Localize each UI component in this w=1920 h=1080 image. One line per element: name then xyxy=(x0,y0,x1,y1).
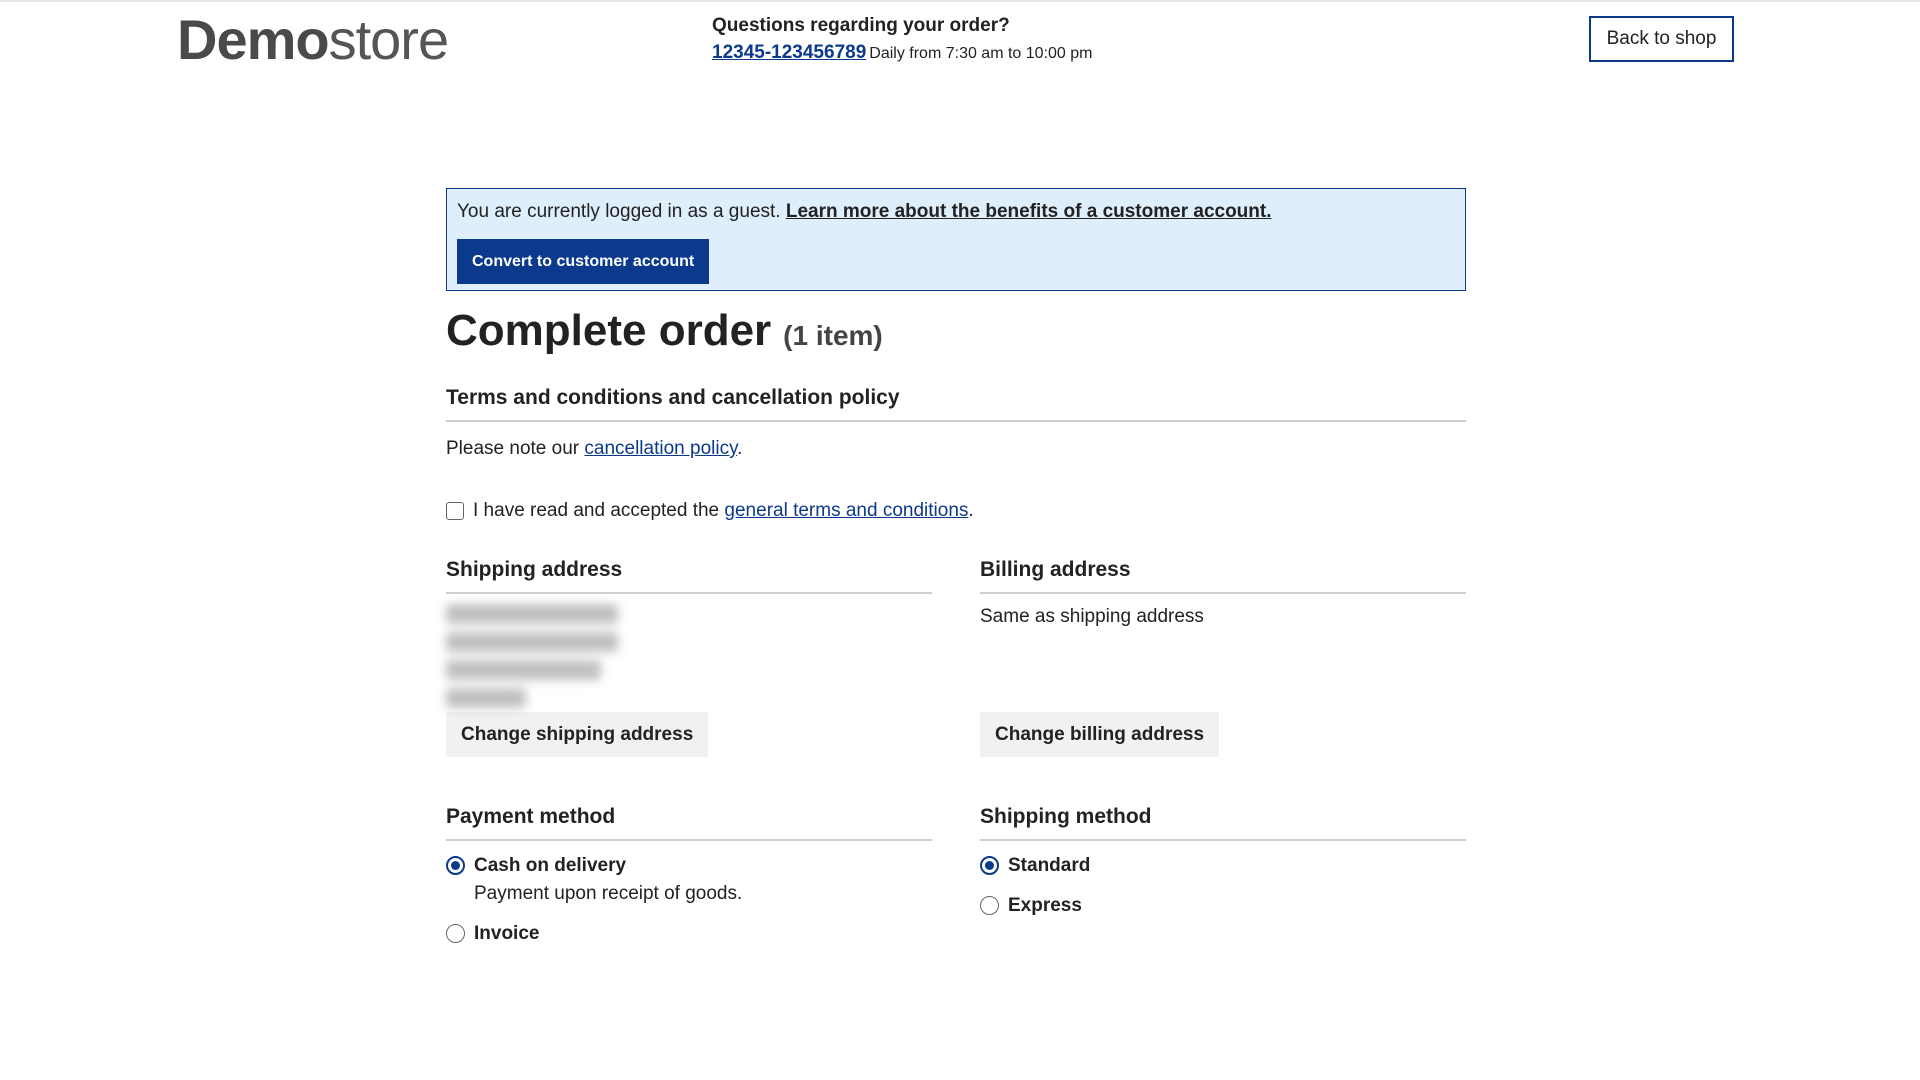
payment-option-label: Invoice xyxy=(474,923,540,944)
cancellation-note-suffix: . xyxy=(737,438,743,459)
payment-option-text: Cash on delivery Payment upon receipt of… xyxy=(474,853,742,907)
item-count: (1 item) xyxy=(783,320,883,351)
accept-terms-row: I have read and accepted the general ter… xyxy=(446,500,1466,522)
guest-notice-line: You are currently logged in as a guest. … xyxy=(457,199,1455,225)
shipping-option-express[interactable]: Express xyxy=(980,893,1466,919)
cancellation-policy-link[interactable]: cancellation policy xyxy=(584,438,737,459)
redacted-line xyxy=(446,632,618,652)
payment-option-invoice[interactable]: Invoice xyxy=(446,921,932,947)
accept-terms-prefix: I have read and accepted the xyxy=(473,500,720,521)
terms-conditions-link[interactable]: general terms and conditions xyxy=(724,500,968,522)
page-title: Complete order xyxy=(446,306,772,355)
logo-light-text: store xyxy=(328,8,449,71)
address-row: Shipping address Change shipping address… xyxy=(446,558,1466,757)
change-shipping-address-button[interactable]: Change shipping address xyxy=(446,712,709,757)
methods-row: Payment method Cash on delivery Payment … xyxy=(446,805,1466,947)
shipping-method-title: Shipping method xyxy=(980,805,1466,841)
contact-line: 12345-123456789 Daily from 7:30 am to 10:… xyxy=(712,42,1092,65)
express-radio[interactable] xyxy=(980,896,999,915)
billing-address-title: Billing address xyxy=(980,558,1466,594)
account-benefits-link[interactable]: Learn more about the benefits of a custo… xyxy=(786,201,1272,222)
standard-radio[interactable] xyxy=(980,856,999,875)
accept-terms-suffix: . xyxy=(968,500,974,521)
cash-on-delivery-radio[interactable] xyxy=(446,856,465,875)
checkout-main: You are currently logged in as a guest. … xyxy=(446,188,1466,947)
redacted-line xyxy=(446,688,526,708)
shipping-option-standard[interactable]: Standard xyxy=(980,853,1466,879)
phone-link[interactable]: 12345-123456789 xyxy=(712,42,866,63)
change-billing-address-button[interactable]: Change billing address xyxy=(980,712,1220,757)
shipping-address-title: Shipping address xyxy=(446,558,932,594)
guest-notice-text: You are currently logged in as a guest. xyxy=(457,201,781,222)
billing-address-section: Billing address Same as shipping address… xyxy=(980,558,1466,757)
convert-account-button[interactable]: Convert to customer account xyxy=(457,239,710,284)
invoice-radio[interactable] xyxy=(446,924,465,943)
logo-bold-text: Demo xyxy=(177,8,330,71)
accept-terms-checkbox[interactable] xyxy=(446,502,464,520)
hours-text: Daily from 7:30 am to 10:00 pm xyxy=(869,45,1093,62)
redacted-line xyxy=(446,660,601,680)
shipping-address-section: Shipping address Change shipping address xyxy=(446,558,932,757)
shipping-option-label: Express xyxy=(1008,895,1082,916)
contact-info: Questions regarding your order? 12345-12… xyxy=(712,14,1092,65)
terms-section: Terms and conditions and cancellation po… xyxy=(446,386,1466,522)
store-logo[interactable]: Demostore xyxy=(177,8,449,71)
contact-title: Questions regarding your order? xyxy=(712,15,1010,36)
shipping-address-redacted xyxy=(446,604,932,712)
page-heading: Complete order (1 item) xyxy=(446,306,1466,366)
billing-same-text: Same as shipping address xyxy=(980,606,1204,627)
guest-notice: You are currently logged in as a guest. … xyxy=(446,188,1466,291)
redacted-line xyxy=(446,604,618,624)
payment-option-label: Cash on delivery xyxy=(474,855,627,876)
site-header: Demostore Questions regarding your order… xyxy=(0,0,1920,90)
cancellation-note: Please note our cancellation policy. xyxy=(446,436,1466,462)
shipping-option-label: Standard xyxy=(1008,855,1091,876)
cancellation-note-prefix: Please note our xyxy=(446,438,580,459)
payment-method-title: Payment method xyxy=(446,805,932,841)
payment-option-description: Payment upon receipt of goods. xyxy=(474,883,743,904)
back-to-shop-button[interactable]: Back to shop xyxy=(1589,16,1734,62)
payment-option-cash[interactable]: Cash on delivery Payment upon receipt of… xyxy=(446,853,932,907)
shipping-method-section: Shipping method Standard Express xyxy=(980,805,1466,947)
terms-title: Terms and conditions and cancellation po… xyxy=(446,386,1466,422)
payment-method-section: Payment method Cash on delivery Payment … xyxy=(446,805,932,947)
